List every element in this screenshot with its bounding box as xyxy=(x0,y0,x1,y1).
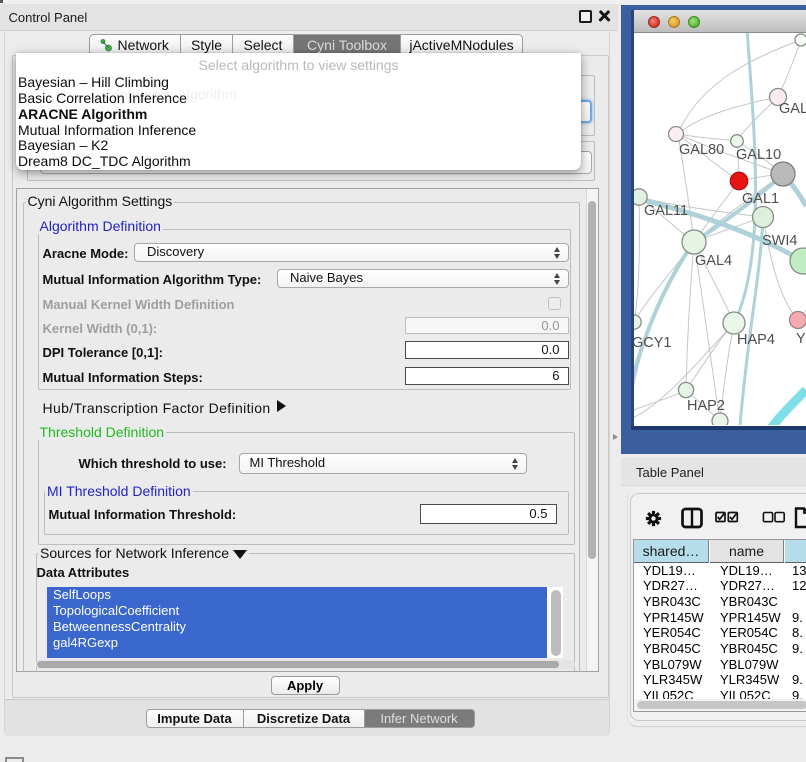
svg-text:Y: Y xyxy=(796,331,806,347)
svg-text:HAP4: HAP4 xyxy=(737,332,775,348)
svg-text:GAL11: GAL11 xyxy=(644,203,688,219)
svg-text:GAL10: GAL10 xyxy=(736,147,781,163)
svg-text:GAL…: GAL… xyxy=(779,101,806,117)
svg-text:GAL4: GAL4 xyxy=(695,253,732,269)
svg-text:HAP2: HAP2 xyxy=(687,398,725,414)
svg-text:GAL1: GAL1 xyxy=(742,191,779,207)
svg-text:GCY1: GCY1 xyxy=(634,335,672,351)
svg-text:SWI4: SWI4 xyxy=(762,233,797,249)
svg-text:GAL80: GAL80 xyxy=(679,142,724,158)
